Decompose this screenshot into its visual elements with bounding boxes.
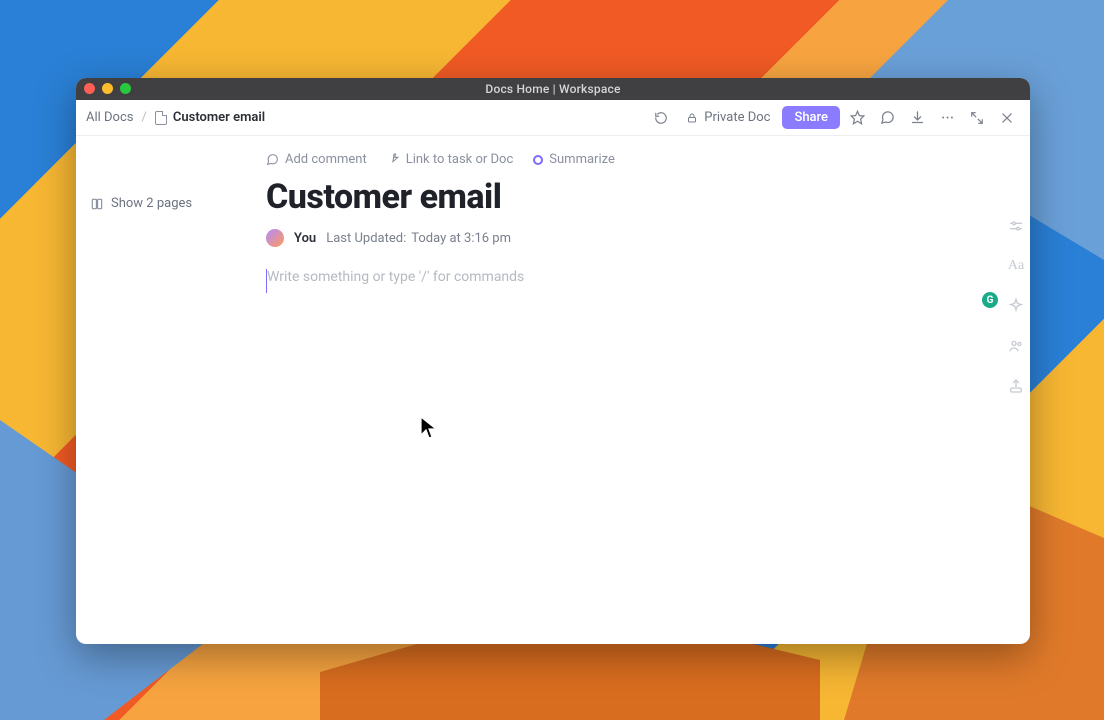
summarize-label: Summarize bbox=[549, 152, 615, 167]
add-comment-label: Add comment bbox=[285, 152, 367, 167]
author-row: You Last Updated: Today at 3:16 pm bbox=[266, 229, 976, 247]
document-editor[interactable]: Write something or type '/' for commands bbox=[266, 269, 976, 293]
close-icon[interactable] bbox=[994, 105, 1020, 131]
more-menu-icon[interactable] bbox=[934, 105, 960, 131]
history-icon[interactable] bbox=[648, 105, 674, 131]
app-window: Docs Home | Workspace All Docs / Custome… bbox=[76, 78, 1030, 644]
rail-export-icon[interactable] bbox=[1008, 378, 1024, 394]
collapse-icon[interactable] bbox=[964, 105, 990, 131]
add-comment-action[interactable]: Add comment bbox=[266, 152, 367, 167]
titlebar: Docs Home | Workspace bbox=[76, 78, 1030, 100]
breadcrumb-separator: / bbox=[142, 110, 147, 125]
rail-typography-icon[interactable]: Aa bbox=[1008, 258, 1024, 274]
rail-people-icon[interactable] bbox=[1008, 338, 1024, 354]
breadcrumb-current-label: Customer email bbox=[173, 110, 265, 125]
window-minimize-button[interactable] bbox=[102, 83, 113, 94]
doc-icon bbox=[155, 111, 167, 125]
link-task-label: Link to task or Doc bbox=[406, 152, 514, 167]
download-icon[interactable] bbox=[904, 105, 930, 131]
pages-icon bbox=[90, 197, 104, 211]
summarize-action[interactable]: Summarize bbox=[533, 152, 615, 167]
privacy-label: Private Doc bbox=[704, 110, 770, 125]
breadcrumb-current[interactable]: Customer email bbox=[155, 110, 265, 125]
privacy-toggle[interactable]: Private Doc bbox=[678, 107, 778, 128]
rail-settings-icon[interactable] bbox=[1008, 218, 1024, 234]
window-close-button[interactable] bbox=[84, 83, 95, 94]
summarize-icon bbox=[533, 155, 543, 165]
share-button[interactable]: Share bbox=[782, 106, 840, 129]
top-toolbar: All Docs / Customer email Private Doc Sh… bbox=[76, 100, 1030, 136]
grammar-badge-icon[interactable]: G bbox=[982, 292, 998, 308]
show-pages-toggle[interactable]: Show 2 pages bbox=[90, 196, 252, 211]
right-mini-rail: Aa bbox=[1008, 218, 1024, 394]
breadcrumb-root[interactable]: All Docs bbox=[86, 110, 134, 125]
rail-ai-icon[interactable] bbox=[1008, 298, 1024, 314]
last-updated-label: Last Updated: bbox=[326, 231, 406, 246]
window-title: Docs Home | Workspace bbox=[485, 82, 620, 96]
avatar[interactable] bbox=[266, 229, 284, 247]
left-rail: Show 2 pages bbox=[76, 136, 266, 644]
favorite-icon[interactable] bbox=[844, 105, 870, 131]
link-task-action[interactable]: Link to task or Doc bbox=[387, 152, 514, 167]
show-pages-label: Show 2 pages bbox=[111, 196, 192, 211]
doc-quick-actions: Add comment Link to task or Doc Summariz… bbox=[266, 152, 976, 167]
page-title[interactable]: Customer email bbox=[266, 177, 976, 217]
last-updated-value: Today at 3:16 pm bbox=[411, 231, 511, 246]
author-name[interactable]: You bbox=[294, 231, 316, 246]
breadcrumb: All Docs / Customer email bbox=[86, 110, 265, 125]
document-area: Add comment Link to task or Doc Summariz… bbox=[266, 136, 1030, 644]
comments-icon[interactable] bbox=[874, 105, 900, 131]
window-zoom-button[interactable] bbox=[120, 83, 131, 94]
